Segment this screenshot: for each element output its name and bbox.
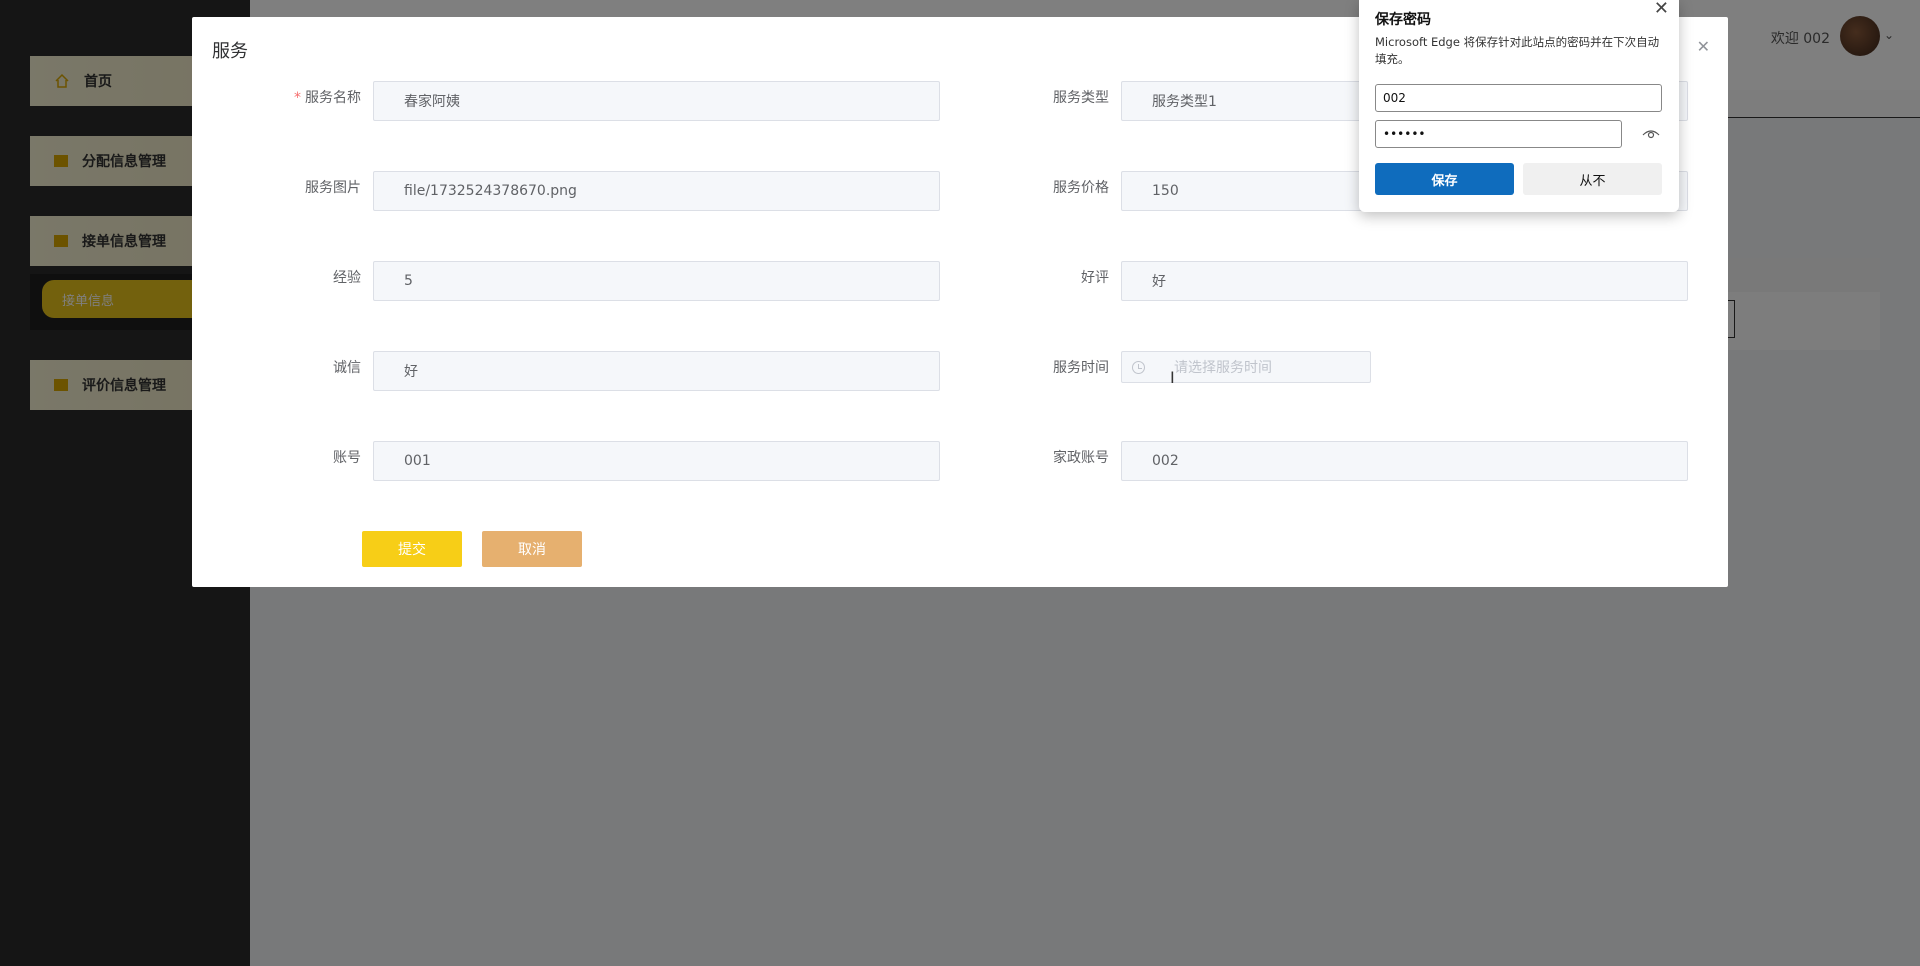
popup-title: 保存密码 bbox=[1375, 12, 1431, 28]
service-type-label: 服务类型 bbox=[1053, 90, 1109, 106]
save-password-button[interactable]: 保存 bbox=[1375, 163, 1514, 195]
popup-description: Microsoft Edge 将保存针对此站点的密码并在下次自动填充。 bbox=[1375, 35, 1660, 66]
service-price-label: 服务价格 bbox=[1053, 180, 1109, 196]
eye-icon[interactable] bbox=[1642, 126, 1660, 140]
save-password-popup: 保存密码 ✕ Microsoft Edge 将保存针对此站点的密码并在下次自动填… bbox=[1359, 0, 1679, 212]
close-icon[interactable]: ✕ bbox=[1654, 0, 1669, 19]
password-field[interactable]: •••••• bbox=[1375, 120, 1622, 148]
integrity-input[interactable]: 好 bbox=[373, 351, 940, 391]
dialog-title: 服务 bbox=[212, 41, 248, 62]
service-name-input[interactable]: 春家阿姨 bbox=[373, 81, 940, 121]
service-image-input[interactable]: file/1732524378670.png bbox=[373, 171, 940, 211]
good-review-label: 好评 bbox=[1081, 270, 1109, 286]
experience-input[interactable]: 5 bbox=[373, 261, 940, 301]
clock-icon bbox=[1132, 361, 1145, 374]
text-cursor-icon: I bbox=[1170, 368, 1175, 387]
username-field[interactable]: 002 bbox=[1375, 84, 1662, 112]
good-review-input[interactable]: 好 bbox=[1121, 261, 1688, 301]
service-time-picker[interactable]: 请选择服务时间 bbox=[1121, 351, 1371, 383]
service-name-label: 服务名称 bbox=[305, 90, 361, 106]
close-icon[interactable]: ✕ bbox=[1697, 37, 1710, 56]
service-time-label: 服务时间 bbox=[1053, 360, 1109, 376]
integrity-label: 诚信 bbox=[333, 360, 361, 376]
service-image-label: 服务图片 bbox=[305, 180, 361, 196]
required-mark: * bbox=[294, 90, 301, 106]
account-input[interactable]: 001 bbox=[373, 441, 940, 481]
housekeeping-account-input[interactable]: 002 bbox=[1121, 441, 1688, 481]
service-time-placeholder: 请选择服务时间 bbox=[1174, 360, 1272, 376]
account-label: 账号 bbox=[333, 450, 361, 466]
never-save-button[interactable]: 从不 bbox=[1523, 163, 1662, 195]
housekeeping-account-label: 家政账号 bbox=[1053, 450, 1109, 466]
submit-button[interactable]: 提交 bbox=[362, 531, 462, 567]
experience-label: 经验 bbox=[333, 270, 361, 286]
cancel-button[interactable]: 取消 bbox=[482, 531, 582, 567]
